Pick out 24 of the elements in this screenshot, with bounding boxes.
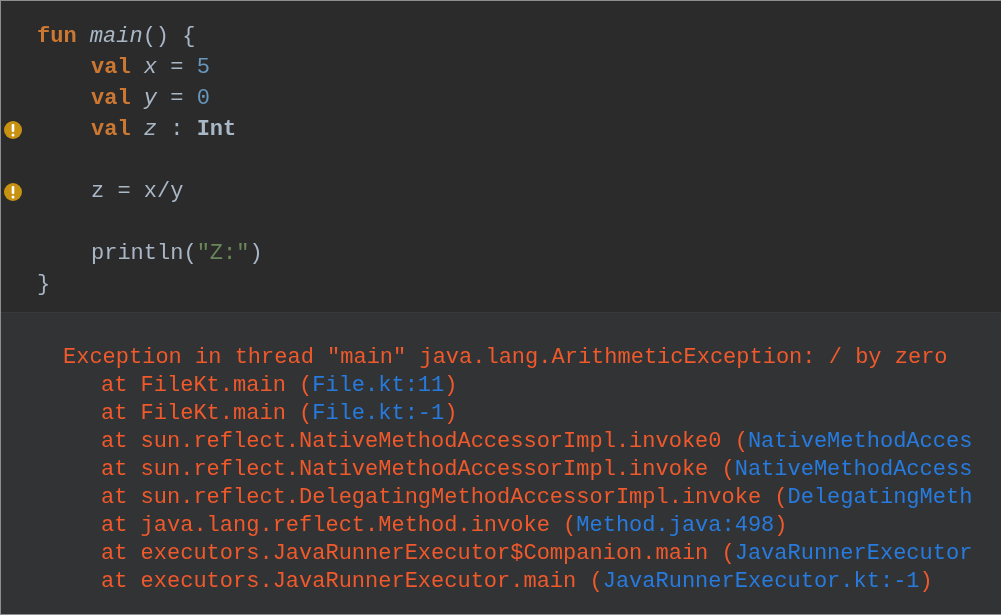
source-link[interactable]: JavaRunnerExecutor.kt:-1 [602,569,920,594]
code-line: val z : Int [91,117,237,142]
exception-message: Exception in thread "main" java.lang.ArithmeticException: / by zero [63,344,949,372]
source-link[interactable]: NativeMethodAcces [747,429,973,454]
code-line: fun main() { [37,24,196,49]
code-line: z = x/y [91,179,184,204]
code-line: println("Z:") [91,241,263,266]
code-line: val x = 5 [91,55,210,80]
source-link[interactable]: File.kt:-1 [312,401,445,426]
source-link[interactable]: File.kt:11 [312,373,445,398]
stack-frame-line: at sun.reflect.NativeMethodAccessorImpl.invoke0 (NativeMethodAcces [101,429,973,454]
stack-frame-line: at FileKt.main (File.kt:-1) [101,401,458,426]
source-link[interactable]: NativeMethodAccess [734,457,973,482]
code-line: } [37,272,51,297]
source-link[interactable]: Method.java:498 [576,513,775,538]
stack-frame-line: at sun.reflect.NativeMethodAccessorImpl.invoke (NativeMethodAccess [101,457,973,482]
stack-frame-line: at FileKt.main (File.kt:11) [101,373,458,398]
stack-frame-line: at java.lang.reflect.Method.invoke (Method.java:498) [101,513,788,538]
source-link[interactable]: DelegatingMeth [787,485,973,510]
stack-frame-line: at executors.JavaRunnerExecutor.main (JavaRunnerExecutor.kt:-1) [101,569,933,594]
stack-frame-line: at sun.reflect.DelegatingMethodAccessorImpl.invoke (DelegatingMeth [101,485,973,510]
code-line: val y = 0 [91,86,210,111]
stack-frame-line: at executors.JavaRunnerExecutor$Companion.main (JavaRunnerExecutor [101,541,973,566]
source-link[interactable]: JavaRunnerExecutor [734,541,973,566]
